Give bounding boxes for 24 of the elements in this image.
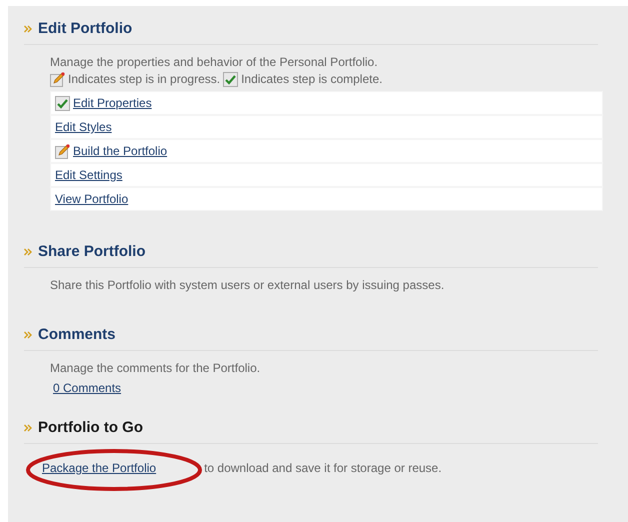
pencil-icon <box>55 144 70 158</box>
step-link[interactable]: Edit Settings <box>55 168 122 182</box>
section-description: Manage the properties and behavior of the Personal Portfolio. <box>50 54 379 71</box>
checkmark-icon <box>55 96 70 110</box>
package-description: to download and save it for storage or reuse. <box>204 461 442 475</box>
step-link[interactable]: Edit Styles <box>55 120 112 134</box>
legend-text: Indicates step is complete. <box>241 71 382 88</box>
step-link[interactable]: View Portfolio <box>55 192 128 206</box>
section-title: Edit Portfolio <box>38 20 132 37</box>
chevron-icon <box>24 330 32 338</box>
checkmark-icon <box>223 72 238 87</box>
pencil-icon <box>50 72 65 87</box>
section-title: Share Portfolio <box>38 243 146 260</box>
section-title: Portfolio to Go <box>38 419 143 436</box>
legend-text: Indicates step is in progress. <box>68 71 220 88</box>
comments-link[interactable]: 0 Comments <box>53 381 122 395</box>
chevron-icon <box>24 24 32 32</box>
chevron-icon <box>24 424 32 432</box>
section-description: Share this Portfolio with system users or external users by issuing passes. <box>50 277 446 294</box>
section-title: Comments <box>38 326 116 343</box>
step-link[interactable]: Edit Properties <box>73 96 152 110</box>
step-link[interactable]: Build the Portfolio <box>73 144 168 158</box>
chevron-icon <box>24 248 32 256</box>
section-description: Manage the comments for the Portfolio. <box>50 360 262 377</box>
